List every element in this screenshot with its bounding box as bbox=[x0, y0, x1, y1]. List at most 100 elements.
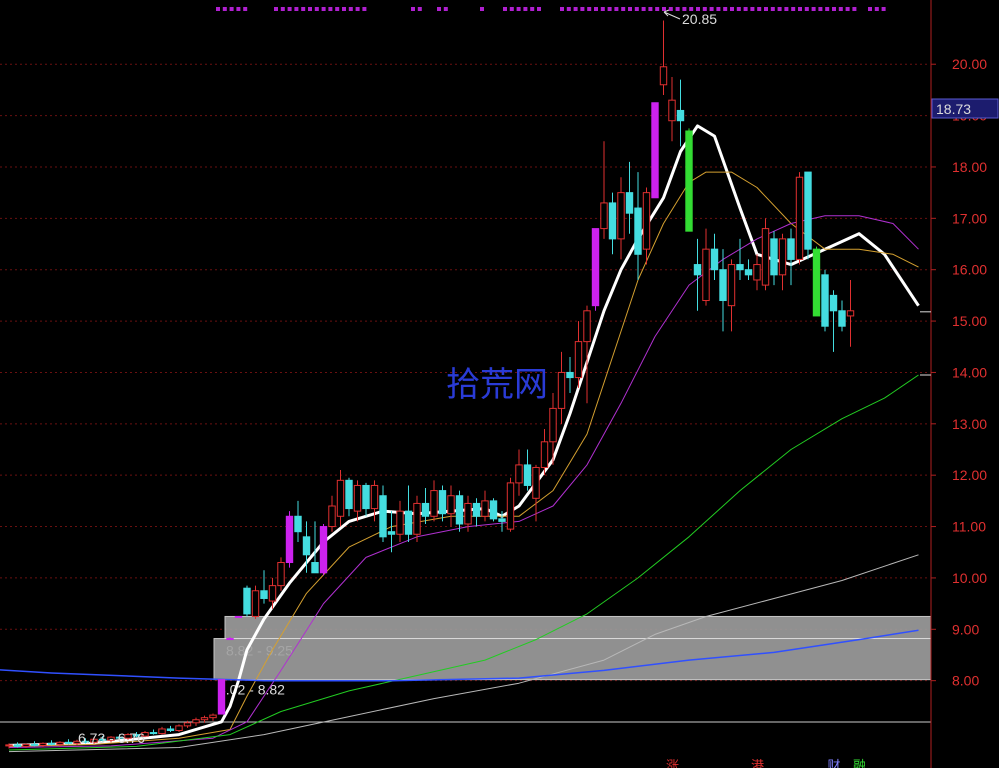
candle-body bbox=[47, 742, 56, 745]
signal-dot bbox=[503, 7, 507, 11]
candle bbox=[175, 724, 183, 733]
candle-body bbox=[464, 502, 472, 525]
signal-dot bbox=[784, 7, 789, 11]
signal-dot bbox=[229, 7, 234, 11]
candle-body bbox=[498, 518, 506, 522]
signal-dot bbox=[236, 7, 241, 11]
signal-dot bbox=[274, 7, 278, 11]
signal-dot bbox=[480, 7, 484, 11]
candle-body bbox=[455, 495, 464, 525]
candle-body bbox=[566, 371, 574, 379]
candle-body bbox=[472, 502, 481, 517]
signal-dot bbox=[437, 7, 441, 11]
candle-body bbox=[702, 248, 710, 302]
candle-body bbox=[370, 484, 379, 510]
candle-body bbox=[821, 274, 829, 327]
candle-body bbox=[685, 130, 693, 232]
candle-body bbox=[532, 466, 540, 499]
candle-body bbox=[311, 562, 319, 574]
signal-dot bbox=[852, 7, 857, 11]
signal-dot bbox=[668, 7, 673, 11]
signal-dot bbox=[537, 7, 541, 11]
event-marker: 港 bbox=[751, 759, 764, 768]
signal-dot bbox=[516, 7, 521, 11]
signal-dot bbox=[818, 7, 823, 11]
candle-body bbox=[379, 495, 387, 538]
y-tick-label: 17.00 bbox=[952, 210, 987, 226]
signal-dot bbox=[845, 7, 850, 11]
candle-body bbox=[64, 741, 73, 744]
signal-dot bbox=[675, 7, 680, 11]
signal-dot bbox=[560, 7, 564, 11]
event-marker: 涨 bbox=[666, 759, 679, 768]
candle-body bbox=[625, 192, 634, 214]
candle-body bbox=[489, 500, 498, 520]
candle-body bbox=[183, 722, 192, 727]
signal-dot bbox=[607, 7, 612, 11]
signal-dot bbox=[566, 7, 571, 11]
y-tick-label: 14.00 bbox=[952, 364, 987, 380]
high-marker-label: 20.85 bbox=[682, 11, 717, 27]
signal-dot bbox=[838, 7, 843, 11]
candle-body bbox=[804, 171, 812, 250]
signal-dot bbox=[634, 7, 639, 11]
candle-body bbox=[770, 238, 778, 276]
candle-body bbox=[642, 192, 651, 250]
candle bbox=[812, 246, 821, 317]
signal-dot bbox=[411, 7, 415, 11]
signal-dot bbox=[770, 7, 775, 11]
signal-dot bbox=[342, 7, 346, 11]
signal-dot bbox=[328, 7, 333, 11]
signal-dot bbox=[804, 7, 809, 11]
signal-dot bbox=[222, 7, 227, 11]
candlestick-chart[interactable]: 8.82 - 9.258.02 - 8.82 8.009.0010.0011.0… bbox=[0, 0, 999, 768]
candle-body bbox=[761, 228, 770, 286]
candle bbox=[821, 269, 829, 332]
candle-body bbox=[617, 192, 625, 240]
y-tick-label: 16.00 bbox=[952, 262, 987, 278]
candle bbox=[489, 498, 498, 522]
candle-body bbox=[812, 248, 821, 317]
candle-body bbox=[404, 510, 413, 535]
signal-dot bbox=[301, 7, 306, 11]
candle-body bbox=[838, 310, 846, 327]
signal-dot bbox=[321, 7, 326, 11]
signal-dot bbox=[730, 7, 734, 11]
candle-body bbox=[600, 202, 608, 230]
candle-body bbox=[56, 741, 64, 745]
candle-body bbox=[22, 743, 30, 747]
candle-body bbox=[200, 717, 209, 721]
candle-body bbox=[540, 441, 549, 468]
candle-body bbox=[260, 590, 268, 599]
candle bbox=[795, 172, 804, 265]
candle-body bbox=[319, 526, 328, 574]
candle-body bbox=[345, 479, 353, 510]
y-tick-label: 15.00 bbox=[952, 313, 987, 329]
candle bbox=[506, 477, 515, 532]
candle bbox=[251, 585, 260, 620]
signal-dot bbox=[628, 7, 632, 11]
candle-body bbox=[710, 248, 719, 271]
candle-body bbox=[523, 464, 532, 486]
watermark: 拾荒网 bbox=[446, 365, 548, 405]
signal-dot bbox=[874, 7, 879, 11]
signal-dot bbox=[443, 7, 448, 11]
candle bbox=[285, 511, 294, 568]
candle-body bbox=[209, 714, 217, 719]
signal-dot bbox=[832, 7, 836, 11]
last-price-box: 18.73 bbox=[931, 98, 999, 119]
candle-body bbox=[583, 310, 591, 343]
candle-body bbox=[795, 176, 804, 260]
candle-body bbox=[727, 264, 736, 307]
y-tick-label: 8.00 bbox=[952, 673, 979, 689]
bottom-range-label: 6.73 - 6.76 bbox=[78, 730, 145, 746]
candle bbox=[217, 679, 226, 715]
candle-body bbox=[676, 109, 685, 122]
candle-body bbox=[506, 482, 515, 530]
candle-body bbox=[438, 490, 447, 515]
signal-dot bbox=[348, 7, 353, 11]
candle-body bbox=[659, 66, 668, 86]
candle-body bbox=[574, 341, 583, 379]
candle-body bbox=[39, 742, 47, 746]
event-marker: 融 bbox=[853, 759, 866, 768]
